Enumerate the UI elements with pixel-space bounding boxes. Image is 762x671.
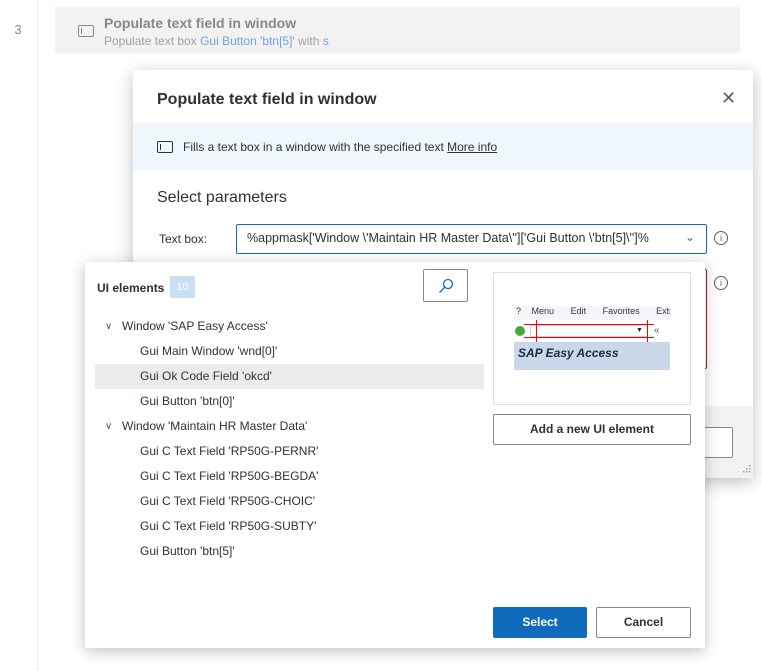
tree-element-node[interactable]: Gui Ok Code Field 'okcd' — [95, 364, 484, 389]
textbox-icon — [78, 25, 94, 37]
info-icon[interactable]: i — [714, 276, 728, 290]
gutter-divider — [37, 0, 38, 671]
dialog-title: Populate text field in window — [157, 91, 377, 108]
preview-banner: SAP Easy Access — [514, 342, 670, 370]
select-button[interactable]: Select — [493, 607, 587, 638]
action-title: Populate text field in window — [104, 15, 297, 31]
text-box-dropdown[interactable]: %appmask['Window \'Maintain HR Master Da… — [236, 224, 707, 254]
line-number: 3 — [14, 22, 22, 37]
cancel-button[interactable]: Cancel — [596, 607, 691, 638]
info-icon[interactable]: i — [714, 231, 728, 245]
tree-node-label: Gui C Text Field 'RP50G-PERNR' — [140, 444, 319, 458]
preview-menu: Menu — [531, 306, 555, 316]
tree-window-node[interactable]: ∨ Window 'SAP Easy Access' — [95, 314, 484, 339]
add-ui-element-button[interactable]: Add a new UI element — [493, 414, 691, 445]
more-info-link[interactable]: More info — [447, 140, 497, 154]
count-badge: 10 — [170, 276, 195, 298]
tree-node-label: Window 'SAP Easy Access' — [122, 319, 268, 333]
element-preview: ? Menu Edit Favorites Extr ▼ « SAP Easy … — [493, 272, 691, 405]
search-icon — [439, 278, 454, 293]
tree-node-label: Gui Button 'btn[5]' — [140, 544, 235, 558]
section-heading: Select parameters — [157, 189, 287, 206]
tree-node-label: Gui C Text Field 'RP50G-SUBTY' — [140, 519, 317, 533]
search-button[interactable] — [423, 269, 468, 302]
description-band: Fills a text box in a window with the sp… — [133, 123, 753, 170]
resize-grip-icon[interactable] — [740, 464, 752, 476]
tree-node-label: Gui C Text Field 'RP50G-CHOIC' — [140, 494, 316, 508]
tree-element-node[interactable]: Gui C Text Field 'RP50G-BEGDA' — [95, 464, 484, 489]
preview-menu: Edit — [570, 306, 587, 316]
preview-screenshot: ? Menu Edit Favorites Extr ▼ « SAP Easy … — [514, 306, 670, 370]
close-icon[interactable]: ✕ — [721, 88, 736, 109]
chevron-down-icon[interactable]: ∨ — [105, 414, 112, 439]
tree-element-node[interactable]: Gui Button 'btn[5]' — [95, 539, 484, 564]
action-card[interactable]: Populate text field in window Populate t… — [55, 7, 740, 53]
tree-window-node[interactable]: ∨ Window 'Maintain HR Master Data' — [95, 414, 484, 439]
tree-node-label: Gui Ok Code Field 'okcd' — [140, 369, 272, 383]
tree-node-label: Gui C Text Field 'RP50G-BEGDA' — [140, 469, 319, 483]
description-text: Fills a text box in a window with the sp… — [183, 140, 498, 154]
preview-menu: Favorites — [602, 306, 640, 316]
tree-element-node[interactable]: Gui C Text Field 'RP50G-CHOIC' — [95, 489, 484, 514]
tree-element-node[interactable]: Gui Main Window 'wnd[0]' — [95, 339, 484, 364]
tree-node-label: Window 'Maintain HR Master Data' — [122, 419, 308, 433]
tree-element-node[interactable]: Gui C Text Field 'RP50G-PERNR' — [95, 439, 484, 464]
preview-menu: Extr — [656, 306, 670, 316]
ui-element-picker: UI elements 10 ∨ Window 'SAP Easy Access'… — [85, 262, 705, 648]
tree-element-node[interactable]: Gui C Text Field 'RP50G-SUBTY' — [95, 514, 484, 539]
tree-element-node[interactable]: Gui Button 'btn[0]' — [95, 389, 484, 414]
textbox-icon — [157, 141, 173, 153]
ui-elements-label: UI elements — [97, 281, 165, 295]
text-box-label: Text box: — [159, 232, 208, 246]
check-icon — [515, 326, 525, 336]
tree-node-label: Gui Main Window 'wnd[0]' — [140, 344, 278, 358]
action-subtitle: Populate text box Gui Button 'btn[5]' wi… — [104, 34, 329, 48]
chevron-down-icon[interactable]: ⌄ — [685, 230, 695, 244]
chevron-down-icon[interactable]: ∨ — [105, 314, 112, 339]
tree-node-label: Gui Button 'btn[0]' — [140, 394, 235, 408]
